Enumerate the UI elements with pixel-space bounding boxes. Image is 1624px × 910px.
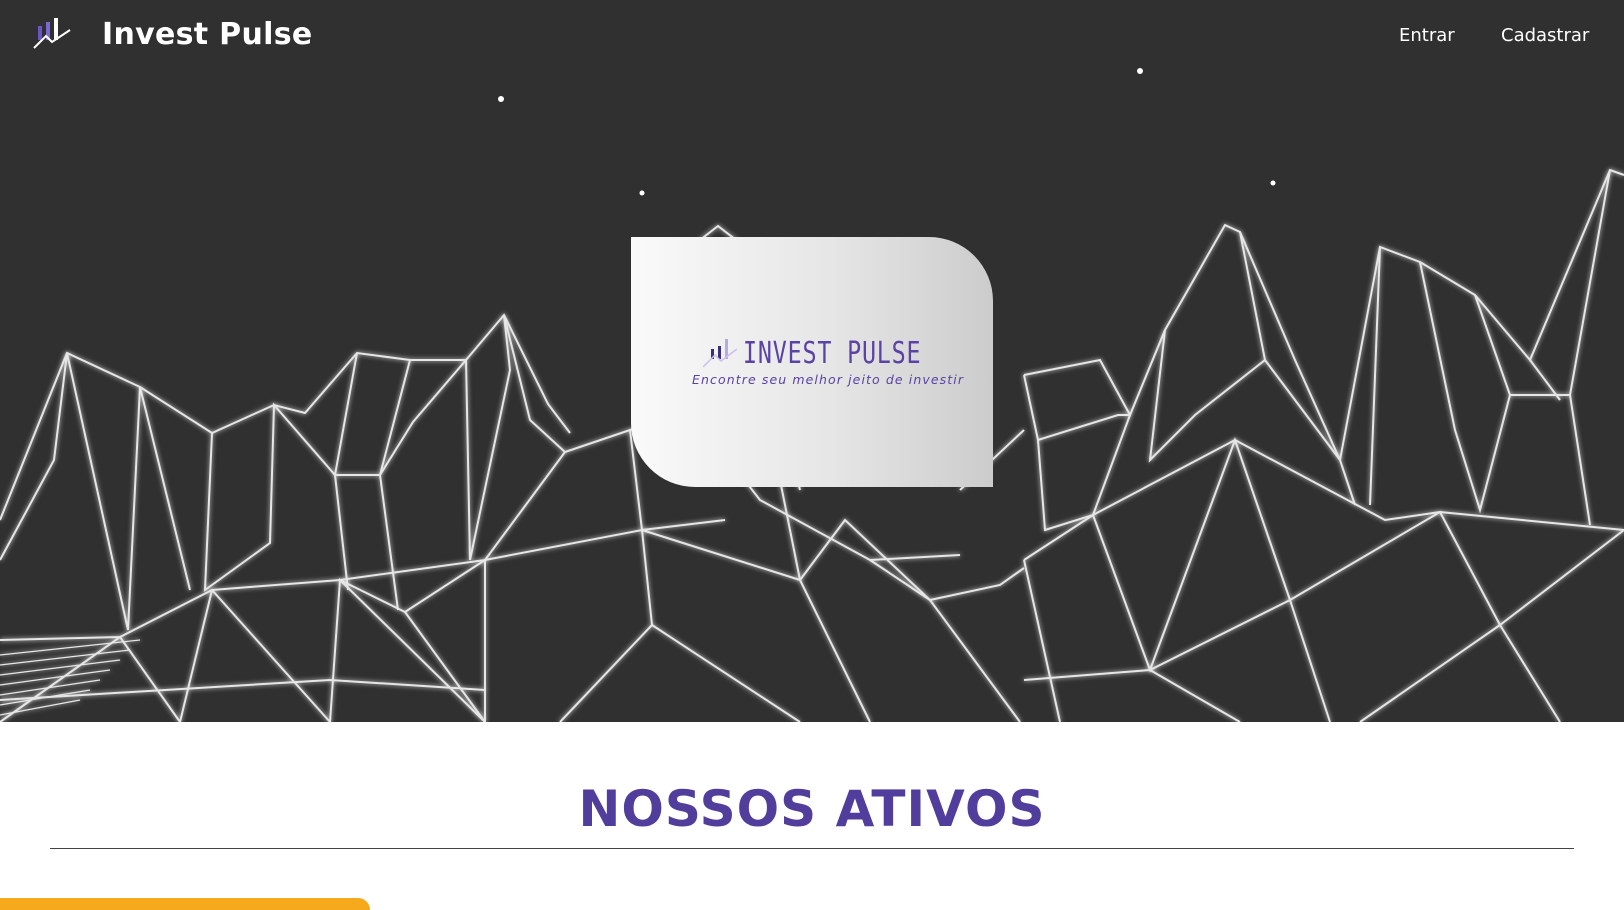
accent-bar	[0, 898, 370, 910]
brand-name[interactable]: Invest Pulse	[102, 17, 313, 52]
signup-link[interactable]: Cadastrar	[1501, 25, 1589, 46]
hero-logo-card: INVEST PULSE Encontre seu melhor jeito d…	[631, 237, 993, 487]
chart-logo-icon	[703, 339, 737, 368]
card-tagline: Encontre seu melhor jeito de investir	[692, 372, 965, 387]
login-link[interactable]: Entrar	[1399, 25, 1455, 46]
card-logo-title: INVEST PULSE	[743, 336, 922, 371]
section-title: NOSSOS ATIVOS	[578, 780, 1046, 838]
section-divider	[50, 848, 1574, 849]
chart-logo-icon[interactable]	[32, 16, 72, 50]
hero-banner: Invest Pulse Entrar Cadastrar INVEST PUL…	[0, 0, 1624, 722]
top-navbar: Invest Pulse Entrar Cadastrar	[0, 0, 1624, 72]
